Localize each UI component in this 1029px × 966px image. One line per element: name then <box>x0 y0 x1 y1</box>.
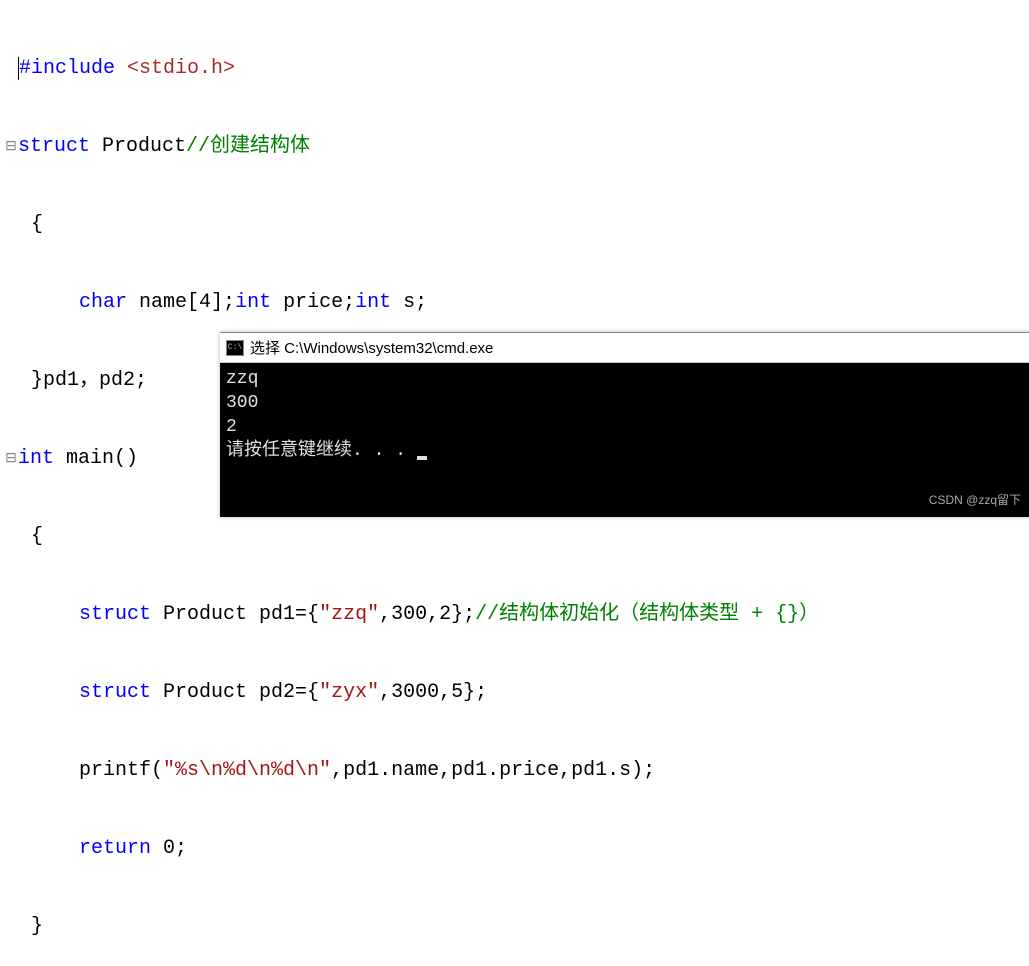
indent <box>31 291 79 314</box>
string-token: "zzq" <box>319 603 379 626</box>
fold-icon[interactable]: ⊟ <box>4 446 18 472</box>
keyword-token: int <box>235 291 271 314</box>
console-output: zzq 300 2 请按任意键继续. . . <box>220 363 1029 467</box>
identifier-token: Product pd2={ <box>151 681 319 704</box>
string-token: "%s\n%d\n%d\n" <box>163 759 331 782</box>
keyword-token: struct <box>79 603 151 626</box>
identifier-token: Product <box>90 135 186 158</box>
keyword-token: struct <box>79 681 151 704</box>
identifier-token: }pd1，pd2; <box>31 369 147 392</box>
console-titlebar[interactable]: C:\ 选择 C:\Windows\system32\cmd.exe <box>220 333 1029 363</box>
code-line: #include <stdio.h> <box>4 56 1029 82</box>
output-line: 2 <box>226 417 237 437</box>
console-window[interactable]: C:\ 选择 C:\Windows\system32\cmd.exe zzq 3… <box>220 332 1029 517</box>
keyword-token: struct <box>18 135 90 158</box>
comment-token: //创建结构体 <box>186 135 310 158</box>
code-line: struct Product pd1={"zzq",300,2};//结构体初始… <box>4 602 1029 628</box>
fold-icon[interactable]: ⊟ <box>4 134 18 160</box>
brace-token: { <box>31 213 43 236</box>
identifier-token: price; <box>271 291 355 314</box>
identifier-token: ,300,2}; <box>379 603 475 626</box>
identifier-token: ,3000,5}; <box>379 681 487 704</box>
identifier-token: ,pd1.name,pd1.price,pd1.s); <box>331 759 655 782</box>
code-line: { <box>4 212 1029 238</box>
code-line: return 0; <box>4 836 1029 862</box>
code-line: printf("%s\n%d\n%d\n",pd1.name,pd1.price… <box>4 758 1029 784</box>
identifier-token: name[4]; <box>127 291 235 314</box>
code-line: { <box>4 524 1029 550</box>
code-line: char name[4];int price;int s; <box>4 290 1029 316</box>
code-line: struct Product pd2={"zyx",3000,5}; <box>4 680 1029 706</box>
output-line: zzq <box>226 369 258 389</box>
keyword-token: int <box>355 291 391 314</box>
indent <box>31 603 79 626</box>
identifier-token: main() <box>54 447 138 470</box>
identifier-token: 0; <box>151 837 187 860</box>
string-token: "zyx" <box>319 681 379 704</box>
output-line: 300 <box>226 393 258 413</box>
code-line: } <box>4 914 1029 940</box>
identifier-token: Product pd1={ <box>151 603 319 626</box>
indent <box>31 681 79 704</box>
cmd-icon: C:\ <box>226 340 244 356</box>
identifier-token: s; <box>391 291 427 314</box>
output-line: 请按任意键继续. . . <box>226 441 417 461</box>
console-cursor <box>417 456 427 460</box>
identifier-token: printf( <box>79 759 163 782</box>
console-title: 选择 C:\Windows\system32\cmd.exe <box>250 337 493 358</box>
keyword-token: char <box>79 291 127 314</box>
comment-token: //结构体初始化（结构体类型 + {}） <box>475 603 819 626</box>
code-line: ⊟struct Product//创建结构体 <box>4 134 1029 160</box>
brace-token: { <box>31 525 43 548</box>
keyword-token: return <box>79 837 151 860</box>
indent <box>31 759 79 782</box>
watermark: CSDN @zzq留下 <box>929 491 1021 508</box>
preproc-token: #include <box>19 57 115 80</box>
brace-token: } <box>31 915 43 938</box>
header-token: <stdio.h> <box>127 57 235 80</box>
indent <box>31 837 79 860</box>
keyword-token: int <box>18 447 54 470</box>
